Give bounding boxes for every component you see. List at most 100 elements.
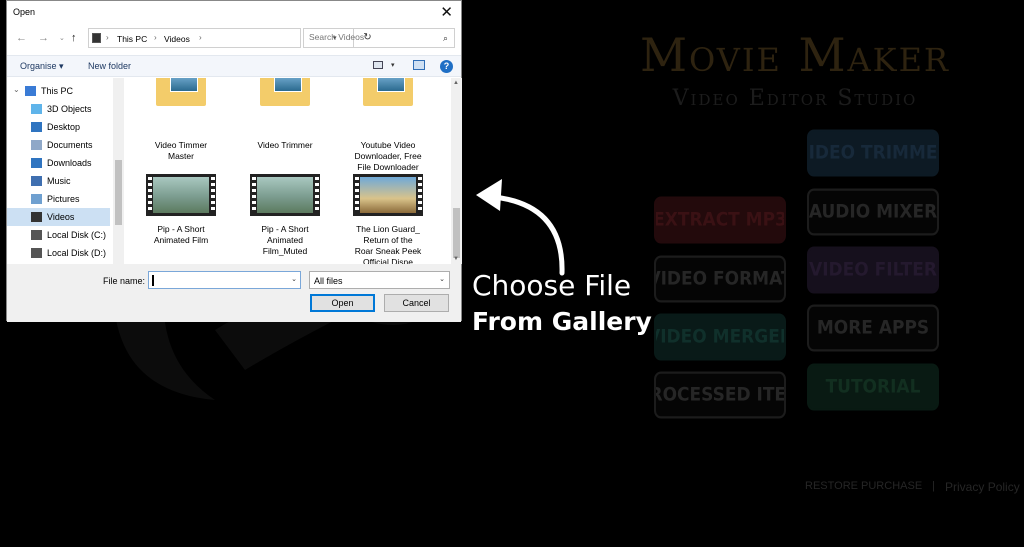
file-item[interactable]: The Lion Guard_ Return of the Roar Sneak… <box>340 174 436 264</box>
app-subtitle: Video Editor Studio <box>672 86 918 111</box>
footer: RESTORE PURCHASE | Privacy Policy <box>805 480 1020 494</box>
preview-pane-icon[interactable] <box>413 60 425 70</box>
search-box[interactable]: ⌕ <box>303 28 455 48</box>
documents-icon <box>31 140 42 150</box>
dialog-footer: File name: ⌄ All files ⌄ Open Cancel <box>7 264 461 322</box>
file-item-label: Youtube Video Downloader, Free File Down… <box>354 140 422 172</box>
file-list-scrollbar[interactable]: ▲ ▼ <box>451 78 462 264</box>
forward-arrow-icon[interactable]: → <box>38 32 49 44</box>
new-folder-button[interactable]: New folder <box>88 61 131 71</box>
more-apps-button[interactable]: MORE APPS <box>807 304 939 352</box>
scroll-up-icon[interactable]: ▲ <box>453 80 459 86</box>
tree-item-label: Desktop <box>47 122 81 132</box>
address-bar[interactable]: › This PC › Videos › ▾ ↻ <box>88 28 372 48</box>
search-icon[interactable]: ⌕ <box>443 33 448 44</box>
file-item[interactable]: Video Trimmer <box>237 78 333 151</box>
video-thumbnail-icon <box>250 174 320 220</box>
annotation-caption: Choose File From Gallery <box>472 268 652 340</box>
open-button[interactable]: Open <box>310 294 375 312</box>
tree-scrollbar-thumb[interactable] <box>115 160 122 225</box>
screen: Movie Maker Video Editor Studio VIDEO TR… <box>0 0 1024 547</box>
tree-item-label: Downloads <box>47 158 92 168</box>
dialog-titlebar[interactable]: Open ✕ <box>7 1 461 23</box>
recent-locations-chevron-icon[interactable]: ⌄ <box>59 34 65 42</box>
file-list-scrollbar-thumb[interactable] <box>453 208 460 258</box>
open-file-dialog: Open ✕ ← → ⌄ ↑ › This PC › Videos › ▾ ↻ … <box>6 0 462 322</box>
3d-objects-icon <box>31 104 42 114</box>
file-item-label: Pip - A Short Animated Film <box>153 224 209 245</box>
file-item[interactable]: Pip - A Short Animated Film <box>133 174 229 246</box>
file-name-input[interactable] <box>152 274 282 284</box>
video-trimmer-button[interactable]: VIDEO TRIMMER <box>807 129 939 177</box>
video-merger-button[interactable]: VIDEO MERGER <box>654 313 786 361</box>
file-name-field[interactable]: ⌄ <box>148 271 301 289</box>
breadcrumb-separator-icon: › <box>199 33 202 42</box>
file-type-select[interactable]: All files ⌄ <box>309 271 450 289</box>
extract-mp3-button[interactable]: EXTRACT MP3 <box>654 196 786 244</box>
scroll-down-icon[interactable]: ▼ <box>453 256 459 262</box>
caption-line-2: From Gallery <box>472 307 652 336</box>
file-type-dropdown-icon[interactable]: ⌄ <box>439 275 445 283</box>
breadcrumb-separator-icon: › <box>154 33 157 42</box>
command-bar: Organise ▾ New folder ▾ ? <box>7 55 461 77</box>
caption-line-1: Choose File <box>472 269 632 302</box>
breadcrumb-videos[interactable]: Videos <box>164 34 190 44</box>
file-item[interactable]: Pip - A Short Animated Film_Muted <box>237 174 333 257</box>
app-title: Movie Maker <box>639 28 951 82</box>
tree-item[interactable]: Music <box>7 172 110 190</box>
tree-item-label: Local Disk (D:) <box>47 248 107 258</box>
restore-purchase-link[interactable]: RESTORE PURCHASE <box>805 480 922 494</box>
file-name-dropdown-icon[interactable]: ⌄ <box>291 275 297 283</box>
tree-item-label: Videos <box>47 212 75 222</box>
back-arrow-icon[interactable]: ← <box>16 32 27 44</box>
tree-item[interactable]: 3D Objects <box>7 100 110 118</box>
change-view-icon[interactable] <box>373 61 383 69</box>
file-item[interactable]: Youtube Video Downloader, Free File Down… <box>340 78 436 173</box>
tree-item[interactable]: Local Disk (C:) <box>7 226 110 244</box>
videos-icon <box>31 212 42 222</box>
disk-icon <box>31 230 42 240</box>
search-input[interactable] <box>309 32 429 42</box>
tree-item-label: 3D Objects <box>47 104 92 114</box>
up-arrow-icon[interactable]: ↑ <box>71 32 77 44</box>
folder-icon <box>353 78 423 136</box>
tree-item-label: Pictures <box>47 194 80 204</box>
tree-item[interactable]: Desktop <box>7 118 110 136</box>
audio-mixer-button[interactable]: AUDIO MIXER <box>807 188 939 236</box>
folder-icon <box>146 78 216 136</box>
tree-item[interactable]: Local Disk (D:) <box>7 244 110 262</box>
close-icon[interactable]: ✕ <box>440 3 453 21</box>
file-item-label: Video Timmer Master <box>154 140 208 161</box>
video-format-button[interactable]: VIDEO FORMAT <box>654 255 786 303</box>
processed-item-button[interactable]: PROCESSED ITEM <box>654 371 786 419</box>
tree-item[interactable]: ⌄ This PC <box>7 82 110 100</box>
file-item-label: The Lion Guard_ Return of the Roar Sneak… <box>354 224 422 264</box>
footer-separator: | <box>932 480 936 492</box>
tutorial-button[interactable]: TUTORIAL <box>807 363 939 411</box>
cancel-button[interactable]: Cancel <box>384 294 449 312</box>
tree-item[interactable]: Documents <box>7 136 110 154</box>
video-filter-button[interactable]: VIDEO FILTER <box>807 246 939 294</box>
tree-scrollbar[interactable] <box>113 78 124 264</box>
tree-item[interactable]: Downloads <box>7 154 110 172</box>
breadcrumb-this-pc[interactable]: This PC <box>117 34 147 44</box>
expand-chevron-icon[interactable]: ⌄ <box>13 85 20 94</box>
computer-icon <box>25 86 36 96</box>
file-item[interactable]: Video Timmer Master <box>133 78 229 162</box>
help-icon[interactable]: ? <box>440 60 453 73</box>
navigation-tree: ⌄ This PC 3D Objects Desktop Documents Downlo… <box>7 78 125 264</box>
organise-menu[interactable]: Organise ▾ <box>20 61 64 72</box>
privacy-policy-link[interactable]: Privacy Policy <box>945 480 1020 494</box>
breadcrumb-separator-icon: › <box>106 33 109 42</box>
video-thumbnail-icon <box>353 174 423 220</box>
tree-item-label: Local Disk (C:) <box>47 230 107 240</box>
tree-item[interactable]: Videos <box>7 208 110 226</box>
disk-icon <box>31 248 42 258</box>
file-item-label: Video Trimmer <box>257 140 313 150</box>
tree-item[interactable]: Pictures <box>7 190 110 208</box>
file-type-value: All files <box>314 276 343 286</box>
view-dropdown-icon[interactable]: ▾ <box>391 61 395 69</box>
file-list: Video Timmer Master Video Trimmer Youtube … <box>125 78 451 264</box>
desktop-icon <box>31 122 42 132</box>
file-name-label: File name: <box>103 276 146 286</box>
